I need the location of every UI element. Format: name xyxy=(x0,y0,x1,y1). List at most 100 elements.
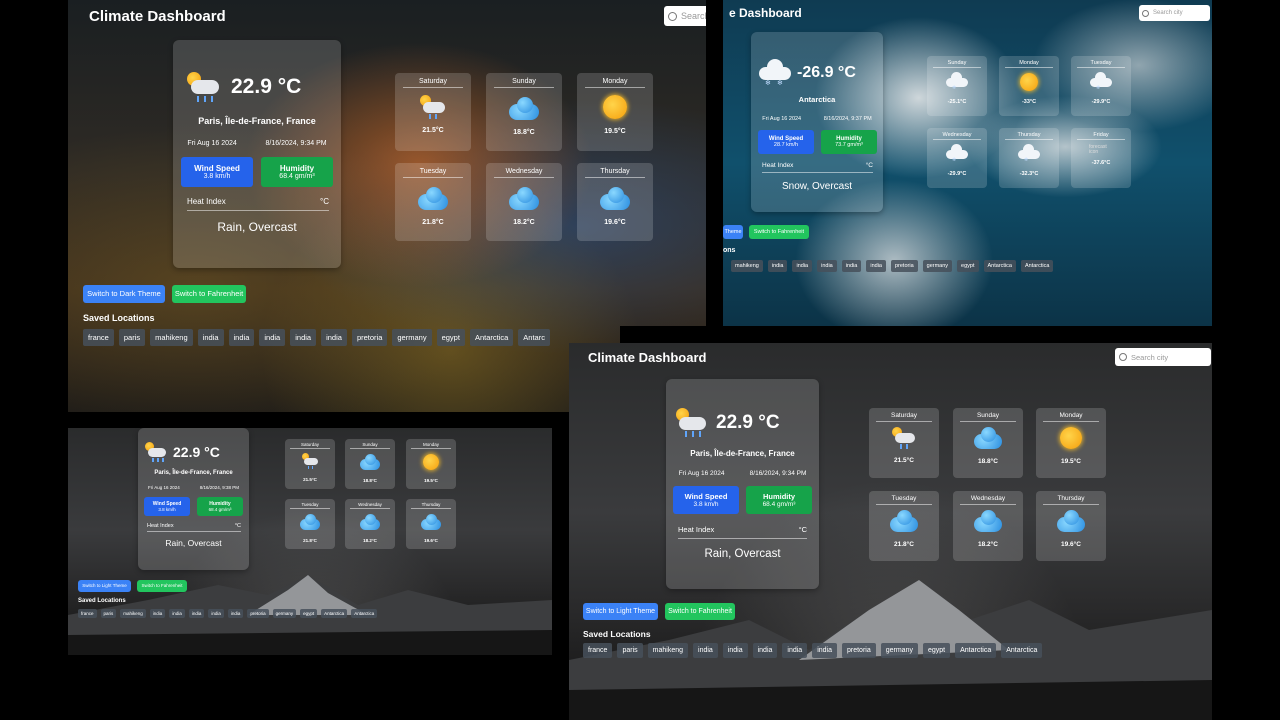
saved-location-tag[interactable]: Antarctica xyxy=(1020,260,1054,272)
weather-condition: Snow, Overcast xyxy=(781,181,853,192)
saved-location-tag[interactable]: egypt xyxy=(957,260,979,272)
current-weather-card: 22.9 °C Paris, Île-de-France, France Fri… xyxy=(138,428,249,570)
saved-locations-list: france paris mahikeng india india india india i… xyxy=(583,643,1043,658)
saved-location-tag[interactable]: Antarctica xyxy=(469,329,514,346)
saved-location-tag[interactable]: egypt xyxy=(300,609,318,618)
saved-location-tag[interactable]: india xyxy=(693,643,718,658)
partly-cloudy-rain-icon xyxy=(891,426,917,450)
saved-location-tag[interactable]: france xyxy=(78,609,97,618)
forecast-card: Tuesday 21.8°C xyxy=(395,163,471,241)
saved-location-tag[interactable]: pretoria xyxy=(351,329,388,346)
saved-location-tag[interactable]: india xyxy=(259,329,286,346)
snow-cloud-icon: ❄ xyxy=(946,144,968,164)
current-temperature: 22.9 °C xyxy=(716,412,780,433)
saved-location-tag[interactable]: Antarctica xyxy=(955,643,997,658)
unit-toggle-button[interactable]: Switch to Fahrenheit xyxy=(137,580,187,592)
current-temperature: 22.9 °C xyxy=(231,75,302,98)
app-title: e Dashboard xyxy=(729,6,802,20)
sun-icon xyxy=(603,95,627,119)
saved-location-tag[interactable]: india xyxy=(197,329,224,346)
saved-location-tag[interactable]: india xyxy=(188,609,205,618)
unit-toggle-button[interactable]: Switch to Fahrenheit xyxy=(749,225,809,239)
saved-location-tag[interactable]: india xyxy=(752,643,778,658)
saved-location-tag[interactable]: india xyxy=(227,609,244,618)
unit-toggle-button[interactable]: Switch to Fahrenheit xyxy=(665,603,735,620)
search-input[interactable]: Search xyxy=(664,6,706,26)
theme-toggle-button[interactable]: Switch to Light Theme xyxy=(583,603,658,620)
saved-location-tag[interactable]: india xyxy=(812,643,837,658)
saved-location-tag[interactable]: india xyxy=(792,260,813,272)
cloud-icon xyxy=(421,514,441,530)
saved-location-tag[interactable]: india xyxy=(149,609,166,618)
saved-location-tag[interactable]: india xyxy=(817,260,837,272)
search-placeholder: Search xyxy=(681,11,706,21)
current-weather-card: 22.9 °C Paris, Île-de-France, France Fri… xyxy=(666,379,819,589)
partly-cloudy-rain-icon xyxy=(419,94,447,120)
saved-location-tag[interactable]: mahikeng xyxy=(647,643,689,658)
search-input[interactable]: Search city xyxy=(1139,5,1210,21)
saved-location-tag[interactable]: india xyxy=(290,329,317,346)
unit-toggle-button[interactable]: Switch to Fahrenheit xyxy=(172,285,246,303)
theme-toggle-button[interactable]: Switch to Dark Theme xyxy=(83,285,165,303)
saved-location-tag[interactable]: germany xyxy=(922,260,953,272)
saved-location-tag[interactable]: india xyxy=(208,609,224,618)
saved-location-tag[interactable]: paris xyxy=(118,329,146,346)
saved-location-tag[interactable]: Antarc xyxy=(518,329,550,346)
search-icon xyxy=(1142,9,1149,17)
heat-index: Heat Index °C xyxy=(678,525,807,539)
saved-location-tag[interactable]: germany xyxy=(880,643,918,658)
saved-location-tag[interactable]: france xyxy=(583,643,613,658)
saved-location-tag[interactable]: pretoria xyxy=(247,609,269,618)
theme-toggle-button[interactable]: Switch to Light Theme xyxy=(78,580,131,592)
saved-location-tag[interactable]: Antarctica xyxy=(983,260,1016,272)
forecast-card: Wednesday 18.2°C xyxy=(486,163,562,241)
broken-image-icon: forecast icon xyxy=(1089,143,1107,155)
snow-cloud-icon: ❄ xyxy=(946,72,968,92)
saved-location-tag[interactable]: france xyxy=(83,329,114,346)
partly-cloudy-rain-icon xyxy=(144,441,168,463)
forecast-card: Sunday ❄ -25.1°C xyxy=(927,56,987,116)
saved-location-tag[interactable]: egypt xyxy=(922,643,951,658)
location-name: Paris, Île-de-France, France xyxy=(690,449,795,458)
saved-location-tag[interactable]: mahikeng xyxy=(120,609,146,618)
current-weather-card: 22.9 °C Paris, Île-de-France, France Fri… xyxy=(173,40,341,268)
saved-location-tag[interactable]: germany xyxy=(272,609,297,618)
wind-speed-box: Wind Speed 3.8 km/h xyxy=(181,157,253,187)
saved-location-tag[interactable]: paris xyxy=(617,643,643,658)
saved-location-tag[interactable]: germany xyxy=(392,329,432,346)
saved-location-tag[interactable]: pretoria xyxy=(890,260,918,272)
saved-location-tag[interactable]: india xyxy=(841,260,862,272)
saved-location-tag[interactable]: india xyxy=(866,260,886,272)
date: Fri Aug 16 2024 xyxy=(678,470,725,477)
cloud-icon xyxy=(974,427,1002,449)
saved-location-tag[interactable]: india xyxy=(722,643,748,658)
cloud-icon xyxy=(509,96,539,120)
saved-location-tag[interactable]: mahikeng xyxy=(731,260,763,272)
theme-toggle-button[interactable]: Theme xyxy=(723,225,743,239)
saved-location-tag[interactable]: india xyxy=(228,329,255,346)
saved-location-tag[interactable]: mahikeng xyxy=(150,329,193,346)
cloud-icon xyxy=(1057,510,1085,532)
cloud-icon xyxy=(509,186,539,210)
saved-location-tag[interactable]: Antarctica xyxy=(1001,643,1043,658)
saved-location-tag[interactable]: paris xyxy=(100,609,117,618)
saved-location-tag[interactable]: india xyxy=(169,609,185,618)
saved-location-tag[interactable]: egypt xyxy=(436,329,465,346)
saved-location-tag[interactable]: india xyxy=(782,643,808,658)
forecast-card: Sunday 18.8°C xyxy=(486,73,562,151)
saved-location-tag[interactable]: india xyxy=(767,260,788,272)
forecast-card: Monday 19.5°C xyxy=(406,439,456,489)
forecast-card: Wednesday 18.2°C xyxy=(953,491,1023,561)
forecast-card: Thursday 19.6°C xyxy=(406,499,456,549)
search-icon xyxy=(1119,353,1127,361)
saved-location-tag[interactable]: Antarctica xyxy=(351,609,378,618)
humidity-box: Humidity 68.4 gm/m³ xyxy=(197,497,243,516)
saved-location-tag[interactable]: Antarctica xyxy=(321,609,348,618)
search-placeholder: Search city xyxy=(1131,352,1169,362)
current-temperature: 22.9 °C xyxy=(173,444,220,460)
wind-speed-box: Wind Speed 3.8 km/h xyxy=(144,497,190,516)
saved-location-tag[interactable]: india xyxy=(321,329,347,346)
current-temperature: -26.9 °C xyxy=(797,64,856,81)
search-input[interactable]: Search city xyxy=(1115,348,1211,366)
saved-location-tag[interactable]: pretoria xyxy=(842,643,876,658)
